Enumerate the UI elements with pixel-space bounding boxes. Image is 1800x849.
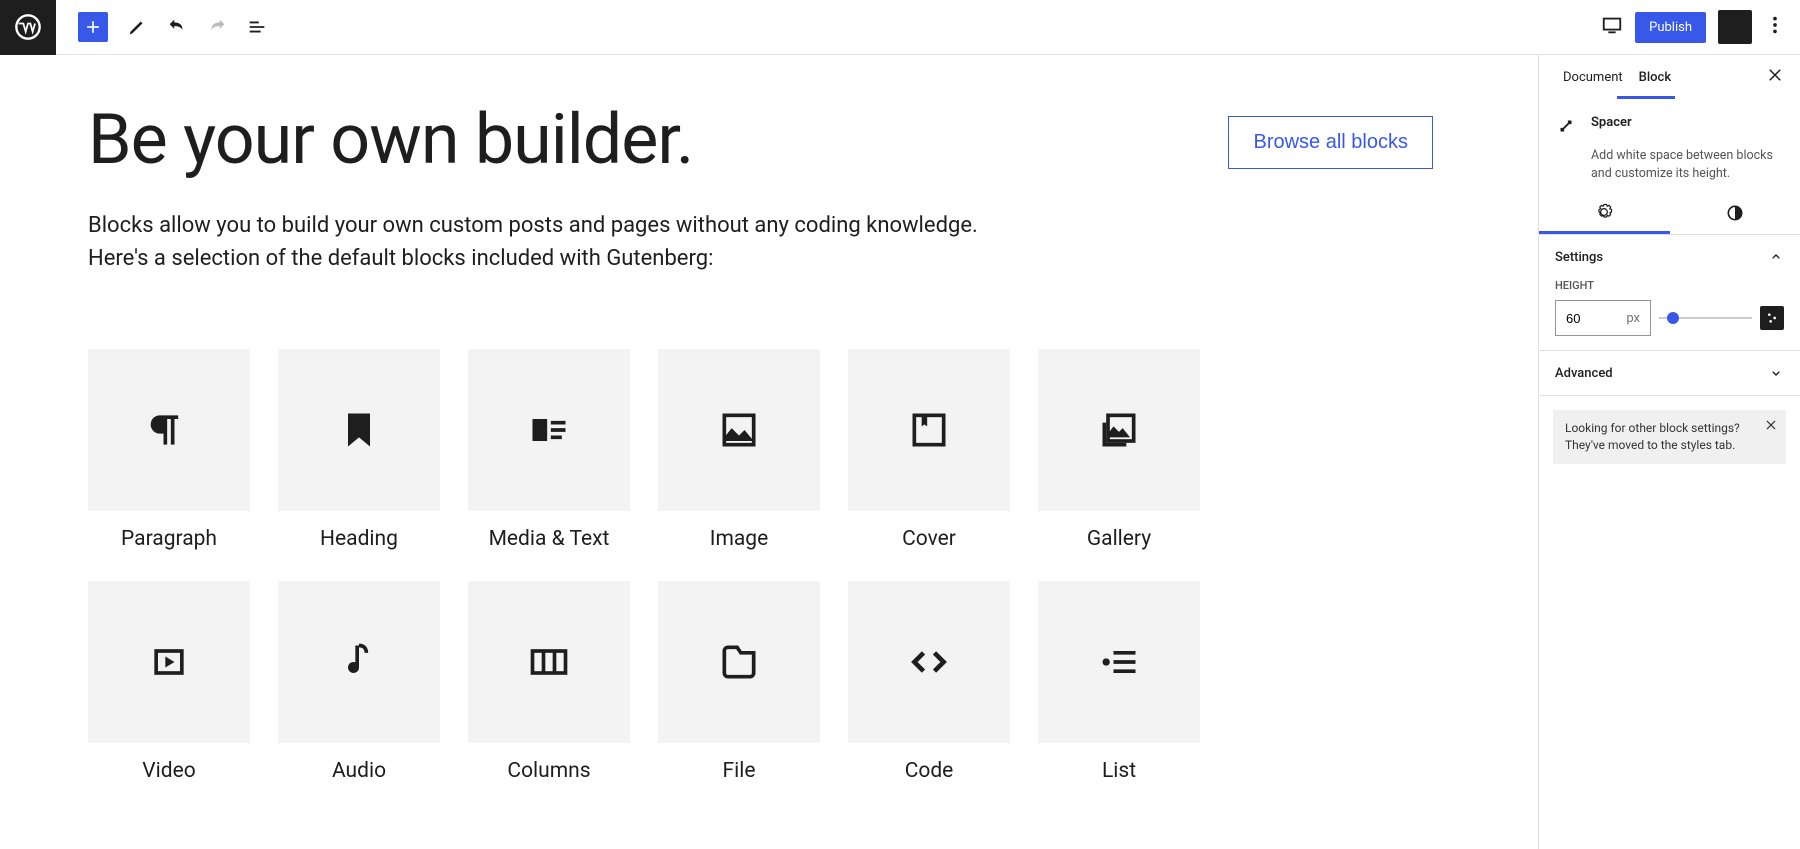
tab-block[interactable]: Block (1631, 56, 1679, 99)
settings-section-toggle[interactable]: Settings (1555, 249, 1784, 265)
block-label: Audio (332, 759, 386, 783)
sliders-icon (1764, 310, 1780, 326)
columns-icon (527, 640, 571, 684)
height-number-field[interactable] (1566, 311, 1606, 326)
undo-icon (166, 16, 188, 38)
view-button[interactable] (1601, 14, 1623, 40)
file-icon (717, 640, 761, 684)
list-icon (1097, 640, 1141, 684)
block-label: Image (710, 527, 768, 551)
editor-canvas[interactable]: Browse all blocks Be your own builder. B… (0, 55, 1538, 849)
blocks-grid: Paragraph Heading Media & Text Image Cover Ga… (88, 349, 1450, 783)
browse-all-blocks-button[interactable]: Browse all blocks (1228, 116, 1433, 169)
redo-button[interactable] (206, 16, 228, 38)
block-label: Paragraph (121, 527, 217, 551)
contrast-icon (1725, 203, 1745, 223)
media-text-icon (527, 408, 571, 452)
block-label: Cover (902, 527, 956, 551)
panel-tab-styles[interactable] (1670, 192, 1800, 234)
styles-moved-notice: Looking for other block settings? They'v… (1553, 410, 1786, 464)
tools-button[interactable] (126, 16, 148, 38)
gear-icon (1594, 202, 1614, 222)
height-label: HEIGHT (1555, 279, 1784, 292)
image-icon (717, 408, 761, 452)
block-name: Spacer (1591, 115, 1632, 141)
close-icon (1764, 418, 1778, 432)
block-file[interactable]: File (658, 581, 820, 783)
block-label: Columns (507, 759, 590, 783)
pencil-icon (126, 16, 148, 38)
redo-icon (206, 16, 228, 38)
top-bar: Publish (0, 0, 1800, 55)
toggle-inserter-button[interactable] (78, 12, 108, 42)
block-code[interactable]: Code (848, 581, 1010, 783)
height-input[interactable]: px (1555, 300, 1651, 336)
options-button[interactable] (1764, 14, 1786, 40)
block-label: Code (905, 759, 954, 783)
close-sidebar-button[interactable] (1766, 66, 1784, 88)
wordpress-logo[interactable] (0, 0, 56, 55)
block-label: Heading (320, 527, 398, 551)
block-list[interactable]: List (1038, 581, 1200, 783)
undo-button[interactable] (166, 16, 188, 38)
block-description: Add white space between blocks and custo… (1539, 147, 1800, 182)
block-gallery[interactable]: Gallery (1038, 349, 1200, 551)
close-icon (1766, 66, 1784, 84)
settings-sidebar: Document Block Spacer Add white space be… (1538, 55, 1800, 849)
dots-icon (1764, 14, 1786, 36)
block-cover[interactable]: Cover (848, 349, 1010, 551)
block-media-text[interactable]: Media & Text (468, 349, 630, 551)
panel-icon (1724, 16, 1746, 38)
outline-icon (246, 16, 268, 38)
height-unit[interactable]: px (1626, 311, 1640, 326)
block-label: List (1102, 759, 1136, 783)
intro-paragraph: Blocks allow you to build your own custo… (88, 209, 988, 275)
block-heading[interactable]: Heading (278, 349, 440, 551)
desktop-icon (1601, 14, 1623, 36)
chevron-up-icon (1768, 249, 1784, 265)
settings-sidebar-toggle[interactable] (1718, 10, 1752, 44)
block-columns[interactable]: Columns (468, 581, 630, 783)
paragraph-icon (147, 408, 191, 452)
chevron-down-icon (1768, 365, 1784, 381)
tab-document[interactable]: Document (1555, 56, 1631, 99)
code-icon (907, 640, 951, 684)
cover-icon (907, 408, 951, 452)
block-icon (1555, 115, 1577, 141)
block-label: File (723, 759, 756, 783)
advanced-section-toggle[interactable]: Advanced (1555, 365, 1784, 381)
block-video[interactable]: Video (88, 581, 250, 783)
sidebar-tabs: Document Block (1539, 55, 1800, 99)
audio-icon (337, 640, 381, 684)
gallery-icon (1097, 408, 1141, 452)
spacer-icon (1555, 115, 1577, 137)
block-audio[interactable]: Audio (278, 581, 440, 783)
document-overview-button[interactable] (246, 16, 268, 38)
panel-tab-settings[interactable] (1539, 192, 1670, 234)
dismiss-notice-button[interactable] (1764, 418, 1778, 437)
block-label: Gallery (1087, 527, 1151, 551)
block-label: Video (142, 759, 195, 783)
plus-icon (83, 17, 103, 37)
block-image[interactable]: Image (658, 349, 820, 551)
height-presets-button[interactable] (1760, 306, 1784, 330)
heading-icon (337, 408, 381, 452)
video-icon (147, 640, 191, 684)
height-slider[interactable] (1659, 317, 1752, 319)
publish-button[interactable]: Publish (1635, 12, 1706, 43)
block-label: Media & Text (489, 527, 610, 551)
block-paragraph[interactable]: Paragraph (88, 349, 250, 551)
